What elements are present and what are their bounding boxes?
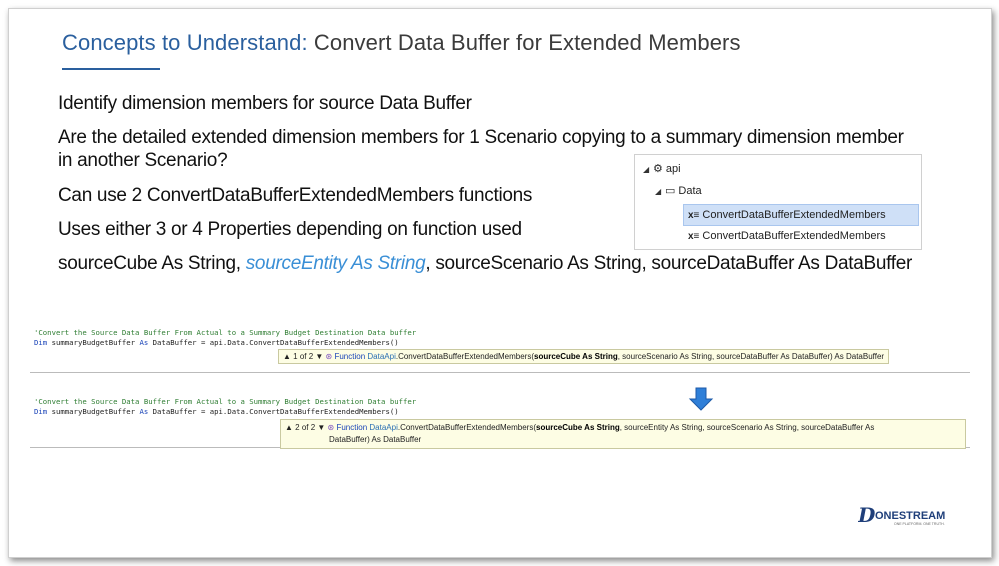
bullet-5-highlight: sourceEntity (245, 253, 347, 274)
bullet-4: Uses either 3 or 4 Properties depending … (58, 219, 522, 240)
tree-node-label: api (665, 163, 681, 175)
svg-text:D: D (858, 505, 876, 527)
sig-param-current: sourceCube As String (536, 423, 620, 432)
code-line: Dim summaryBudgetBuffer As DataBuffer = … (34, 338, 399, 347)
expand-triangle-icon[interactable]: ◢ (643, 160, 653, 180)
variable: summaryBudgetBuffer (47, 407, 140, 416)
overload-counter[interactable]: ▲ 2 of 2 ▼ (285, 423, 325, 432)
method-icon: x≡ (688, 231, 700, 242)
keyword: As (139, 338, 149, 347)
sig-class: DataApi (367, 352, 396, 361)
tree-item-method-1[interactable]: x≡ ConvertDataBufferExtendedMembers (683, 204, 919, 226)
code-comment: 'Convert the Source Data Buffer From Act… (34, 328, 417, 337)
sig-line-2: DataBuffer) As DataBuffer (329, 435, 422, 444)
code-snippet-1: 'Convert the Source Data Buffer From Act… (30, 322, 970, 373)
logo-tagline: ONE PLATFORM. ONE TRUTH. (894, 522, 945, 526)
keyword: Dim (34, 407, 48, 416)
method-icon: ⊛ (327, 423, 335, 432)
title-underline (62, 68, 160, 70)
tree-item-method-2[interactable]: x≡ ConvertDataBufferExtendedMembers (683, 226, 886, 246)
signature-tooltip-2: ▲ 2 of 2 ▼ ⊛ Function DataApi.ConvertDat… (280, 419, 966, 449)
code-comment: 'Convert the Source Data Buffer From Act… (34, 397, 417, 406)
sig-class: DataApi (369, 423, 398, 432)
slide (8, 8, 992, 558)
sig-function-keyword: Function (336, 423, 368, 432)
sig-param-current: sourceCube As String (534, 352, 618, 361)
onestream-logo: D ONESTREAM ONE PLATFORM. ONE TRUTH. (858, 505, 945, 527)
bullet-1: Identify dimension members for source Da… (58, 93, 472, 114)
tree-item-label: ConvertDataBufferExtendedMembers (702, 230, 886, 242)
tree-node-data[interactable]: ◢ ▭ Data (655, 181, 702, 201)
sig-name: .ConvertDataBufferExtendedMembers( (397, 423, 536, 432)
bullet-3: Can use 2 ConvertDataBufferExtendedMembe… (58, 185, 533, 206)
bullet-5-part-b: , sourceScenario As String, sourceDataBu… (425, 253, 913, 274)
logo-wordmark: ONESTREAM (875, 510, 945, 522)
down-arrow-icon (688, 387, 714, 411)
tree-node-label: Data (678, 185, 702, 197)
tree-node-api[interactable]: ◢ ⚙ api (643, 159, 681, 179)
slide-title: Concepts to Understand: Convert Data Buf… (62, 30, 741, 56)
title-part1: Concepts to Understand: (62, 30, 308, 55)
class-icon: ▭ (665, 185, 676, 197)
sig-name: .ConvertDataBufferExtendedMembers( (395, 352, 534, 361)
method-icon: ⊛ (325, 352, 333, 361)
keyword: As (139, 407, 149, 416)
namespace-icon: ⚙ (653, 163, 663, 175)
sig-params-rest: , sourceScenario As String, sourceDataBu… (617, 352, 885, 361)
code-rest: DataBuffer = api.Data.ConvertDataBufferE… (148, 407, 399, 416)
code-rest: DataBuffer = api.Data.ConvertDataBufferE… (148, 338, 399, 347)
variable: summaryBudgetBuffer (47, 338, 140, 347)
bullet-5-part-a: sourceCube As String, (58, 253, 246, 274)
expand-triangle-icon[interactable]: ◢ (655, 182, 665, 202)
sig-function-keyword: Function (334, 352, 366, 361)
api-tree-view: ◢ ⚙ api ◢ ▭ Data x≡ ConvertDataBufferExtended… (634, 154, 922, 250)
keyword: Dim (34, 338, 48, 347)
tree-item-label: ConvertDataBufferExtendedMembers (702, 209, 886, 221)
code-line: Dim summaryBudgetBuffer As DataBuffer = … (34, 407, 399, 416)
overload-counter[interactable]: ▲ 1 of 2 ▼ (283, 352, 323, 361)
method-icon: x≡ (688, 210, 700, 221)
bullet-5: sourceCube As String, sourceEntity As St… (58, 252, 918, 275)
title-part2: Convert Data Buffer for Extended Members (313, 30, 741, 55)
signature-tooltip-1: ▲ 1 of 2 ▼ ⊛ Function DataApi.ConvertDat… (278, 349, 890, 364)
bullet-5-italic: As String (346, 253, 426, 274)
sig-params-rest: , sourceEntity As String, sourceScenario… (619, 423, 875, 432)
code-snippet-2: 'Convert the Source Data Buffer From Act… (30, 393, 970, 449)
